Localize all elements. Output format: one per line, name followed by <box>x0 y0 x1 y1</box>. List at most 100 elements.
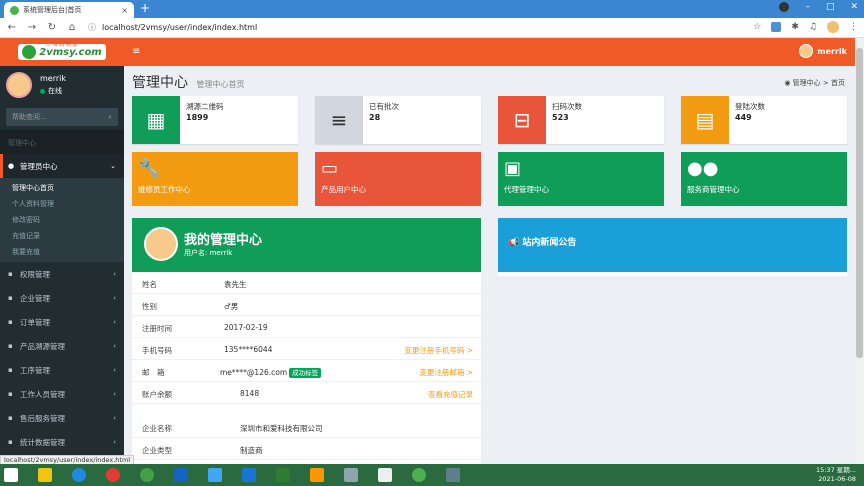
reload-icon[interactable]: ↻ <box>44 22 60 33</box>
forward-icon[interactable]: → <box>24 22 40 33</box>
puzzle-icon[interactable]: ✱ <box>791 22 799 32</box>
qrcode-icon: ▦ <box>132 96 180 144</box>
editor-icon[interactable] <box>340 464 362 486</box>
sidebar-toggle-icon[interactable]: ≡ <box>132 46 140 57</box>
minimize-icon[interactable]: – <box>805 2 810 12</box>
chevron-down-icon: ⌄ <box>110 162 116 170</box>
profile-username: 用户名: merrik <box>184 249 233 257</box>
sublime-icon[interactable] <box>306 464 328 486</box>
sidebar-item-permissions[interactable]: ▪ 权限管理 ‹ <box>0 262 124 286</box>
word-icon[interactable] <box>170 464 192 486</box>
stat-value: 1899 <box>186 113 209 122</box>
chevron-left-icon: ‹ <box>113 318 116 326</box>
pen-app-icon[interactable] <box>204 464 226 486</box>
breadcrumb-separator: > <box>822 79 829 87</box>
opera-icon[interactable] <box>102 464 124 486</box>
windows-start-icon[interactable] <box>0 464 22 486</box>
home-icon[interactable]: ⌂ <box>64 22 80 33</box>
header-user-menu[interactable]: merrik <box>799 44 847 58</box>
tile-product-user-center[interactable]: ▭ 产品用户中心 <box>315 152 481 206</box>
sidebar-item-statistics[interactable]: ▪ 统计数据管理 ‹ <box>0 430 124 454</box>
vscode-icon[interactable] <box>238 464 260 486</box>
truck-icon: ▪ <box>8 414 13 422</box>
profile-row-key: 手机号码 <box>142 346 172 355</box>
scrollbar-thumb[interactable] <box>856 48 863 358</box>
change-phone-link[interactable]: 变更注册手机号码 > <box>404 345 473 356</box>
profile-row-value: 制造商 <box>240 446 263 455</box>
sidebar-item-orders[interactable]: ▪ 订单管理 ‹ <box>0 310 124 334</box>
sidebar-item-admin-center[interactable]: ● 管理员中心 ⌄ <box>0 154 124 178</box>
chrome-icon[interactable] <box>136 464 158 486</box>
tile-agent-center[interactable]: ▣ 代理管理中心 <box>498 152 664 206</box>
sidebar-subitem-profile[interactable]: 个人资料管理 <box>0 196 124 212</box>
stat-scans[interactable]: ⊟ 扫码次数 523 <box>498 96 664 144</box>
app-logo[interactable]: 2vmsy.com 二 维 码 溯 源 <box>0 38 124 66</box>
stat-logins[interactable]: ▤ 登陆次数 449 <box>681 96 847 144</box>
hbuilder-icon[interactable] <box>272 464 294 486</box>
sidebar-item-after-sales[interactable]: ▪ 售后服务管理 ‹ <box>0 406 124 430</box>
stat-batches[interactable]: ≡ 已有批次 28 <box>315 96 481 144</box>
browser-menu-icon[interactable]: ⋮ <box>849 22 858 32</box>
chevron-left-icon: ‹ <box>113 270 116 278</box>
url-text[interactable]: localhost/2vmsy/user/index/index.html <box>102 23 257 32</box>
profile-row-regdate: 注册时间 2017-02-19 <box>132 316 481 338</box>
online-status: 在线 <box>40 86 66 96</box>
search-input[interactable]: 帮助查阅... ⌕ <box>6 108 118 126</box>
change-email-link[interactable]: 变更注册邮箱 > <box>419 367 473 378</box>
sidebar-item-enterprise[interactable]: ▪ 企业管理 ‹ <box>0 286 124 310</box>
profile-row-value: me****@126.com 成功标签 <box>220 367 322 378</box>
bookmark-star-icon[interactable]: ☆ <box>753 22 761 32</box>
tile-label: 服务商管理中心 <box>687 185 740 194</box>
back-icon[interactable]: ← <box>4 22 20 33</box>
bullhorn-icon: 📢 <box>508 238 523 248</box>
search-placeholder: 帮助查阅... <box>12 113 47 121</box>
record-icon[interactable] <box>779 2 790 12</box>
new-tab-button[interactable]: + <box>140 1 150 15</box>
media-icon[interactable]: ♫ <box>809 22 817 32</box>
tab-close-icon[interactable]: × <box>121 6 128 15</box>
email-value: me****@126.com <box>220 368 288 377</box>
breadcrumb-home[interactable]: 管理中心 <box>793 79 821 87</box>
profile-header: 我的管理中心 用户名: merrik <box>132 218 481 272</box>
extension-icon[interactable] <box>771 22 782 32</box>
tool-icon[interactable] <box>442 464 464 486</box>
address-bar[interactable]: ⓘ localhost/2vmsy/user/index/index.html <box>88 22 257 33</box>
system-clock[interactable]: 15:37 星期... 2021-06-08 <box>816 466 856 484</box>
stat-qrcodes[interactable]: ▦ 溯源二维码 1899 <box>132 96 298 144</box>
tile-provider-center[interactable]: ●● 服务商管理中心 <box>681 152 847 206</box>
app-icon[interactable] <box>374 464 396 486</box>
info-icon[interactable]: ⓘ <box>88 22 96 33</box>
breadcrumb-current: 首页 <box>831 79 845 87</box>
profile-avatar-icon[interactable] <box>827 21 839 33</box>
sidebar-item-label: 权限管理 <box>20 269 50 279</box>
stat-value: 523 <box>552 113 569 122</box>
tile-label: 产品用户中心 <box>321 185 366 194</box>
sidebar-subitem-recharge-log[interactable]: 充值记录 <box>0 228 124 244</box>
main-content: 管理中心 管理中心首页 ◉ 管理中心 > 首页 ▦ 溯源二维码 1899 ≡ 已… <box>124 66 855 464</box>
file-explorer-icon[interactable] <box>34 464 56 486</box>
edge-icon[interactable] <box>68 464 90 486</box>
browser-tab[interactable]: 系统管理后台|首页 × <box>4 2 134 18</box>
profile-row-balance: 账户余额 8148 查看充值记录 <box>132 382 481 404</box>
profile-row-key: 企业类型 <box>142 446 172 455</box>
sidebar-item-traceability[interactable]: ▪ 产品溯源管理 ‹ <box>0 334 124 358</box>
page-title-text: 管理中心 <box>132 75 188 91</box>
sidebar-item-label: 订单管理 <box>20 317 50 327</box>
sidebar-item-process[interactable]: ▪ 工序管理 ‹ <box>0 358 124 382</box>
user-icon: ● <box>8 162 15 170</box>
wechat-icon[interactable] <box>408 464 430 486</box>
group-icon: ●● <box>687 158 719 179</box>
user-panel: merrik 在线 <box>0 66 124 104</box>
maximize-icon[interactable]: □ <box>826 2 835 12</box>
page-scrollbar[interactable] <box>855 38 864 464</box>
window-close-icon[interactable]: ✕ <box>850 2 858 12</box>
sidebar-subitem-home[interactable]: 管理中心首页 <box>0 180 124 196</box>
recharge-log-link[interactable]: 查看充值记录 <box>428 389 473 400</box>
search-icon[interactable]: ⌕ <box>108 113 112 122</box>
lock-icon: ▪ <box>8 270 13 278</box>
tile-repair-center[interactable]: 🔧 维修员工作中心 <box>132 152 298 206</box>
sidebar-subitem-recharge[interactable]: 我要充值 <box>0 244 124 260</box>
sidebar-item-staff[interactable]: ▪ 工作人员管理 ‹ <box>0 382 124 406</box>
stat-label: 溯源二维码 <box>186 102 224 111</box>
sidebar-subitem-password[interactable]: 修改密码 <box>0 212 124 228</box>
